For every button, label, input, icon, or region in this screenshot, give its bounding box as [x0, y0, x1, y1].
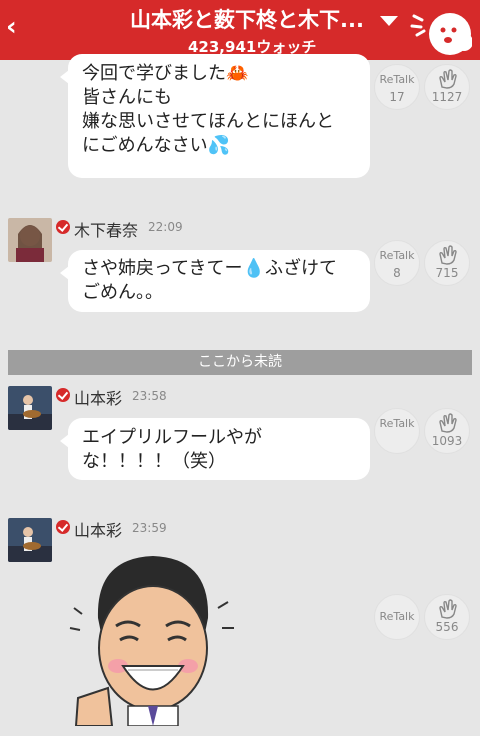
- message-line: ごめん。。: [82, 282, 163, 303]
- clap-count: 715: [435, 266, 459, 280]
- retalk-count: 8: [393, 266, 401, 280]
- retalk-count: 17: [389, 90, 405, 104]
- retalk-label: ReTalk: [379, 73, 415, 86]
- message-bubble[interactable]: さや姉戻ってきてー💧ふざけて ごめん。。: [60, 250, 370, 312]
- author-name[interactable]: 木下春奈: [74, 217, 138, 241]
- verified-check-icon: [56, 520, 70, 534]
- retalk-button[interactable]: ReTalk 8: [374, 240, 420, 286]
- retalk-button[interactable]: ReTalk: [374, 408, 420, 454]
- retalk-button[interactable]: ReTalk: [374, 594, 420, 640]
- avatar[interactable]: [8, 218, 52, 262]
- clap-hands-icon: [439, 245, 457, 265]
- message-bubble[interactable]: エイプリルフールやが な！！！！（笑）: [60, 418, 370, 480]
- laughing-caricature-sticker[interactable]: [68, 548, 238, 726]
- clap-hands-icon: [439, 413, 457, 433]
- clap-button[interactable]: 1093: [424, 408, 470, 454]
- retalk-button[interactable]: ReTalk 17: [374, 64, 420, 110]
- app-header: ‹ 山本彩と薮下柊と木下... 423,941ウォッチ: [0, 0, 480, 60]
- clap-count: 1127: [431, 90, 463, 104]
- verified-check-icon: [56, 388, 70, 402]
- clap-button[interactable]: 556: [424, 594, 470, 640]
- message-line: 今回で学びました🦀: [82, 63, 249, 84]
- clap-count: 556: [435, 620, 459, 634]
- verified-check-icon: [56, 220, 70, 234]
- timestamp: 23:58: [132, 389, 167, 403]
- retalk-label: ReTalk: [379, 610, 415, 623]
- message-line: な！！！！（笑）: [82, 451, 226, 472]
- message-line: エイプリルフールやが: [82, 427, 262, 448]
- timestamp: 23:59: [132, 521, 167, 535]
- author-name[interactable]: 山本彩: [74, 517, 122, 541]
- message-bubble[interactable]: 今回で学びました🦀 皆さんにも 嫌な思いさせてほんとにほんと にごめんなさい💦: [60, 54, 370, 178]
- author-name[interactable]: 山本彩: [74, 385, 122, 409]
- retalk-label: ReTalk: [379, 249, 415, 262]
- clap-count: 1093: [431, 434, 463, 448]
- clap-hands-icon: [439, 599, 457, 619]
- unread-divider: ここから未読: [8, 350, 472, 375]
- message-line: 皆さんにも: [82, 87, 172, 108]
- mascot-ghost-icon[interactable]: [408, 4, 472, 58]
- avatar[interactable]: [8, 518, 52, 562]
- message-line: 嫌な思いさせてほんとにほんと: [82, 111, 334, 132]
- timestamp: 22:09: [148, 220, 183, 234]
- clap-button[interactable]: 1127: [424, 64, 470, 110]
- back-chevron-icon[interactable]: ‹: [6, 12, 17, 42]
- clap-button[interactable]: 715: [424, 240, 470, 286]
- retalk-label: ReTalk: [379, 417, 415, 430]
- page-title: 山本彩と薮下柊と木下...: [130, 8, 364, 32]
- avatar[interactable]: [8, 386, 52, 430]
- caret-down-icon[interactable]: [380, 16, 398, 26]
- clap-hands-icon: [439, 69, 457, 89]
- message-line: さや姉戻ってきてー💧ふざけて: [82, 258, 337, 279]
- message-line: にごめんなさい💦: [82, 135, 231, 156]
